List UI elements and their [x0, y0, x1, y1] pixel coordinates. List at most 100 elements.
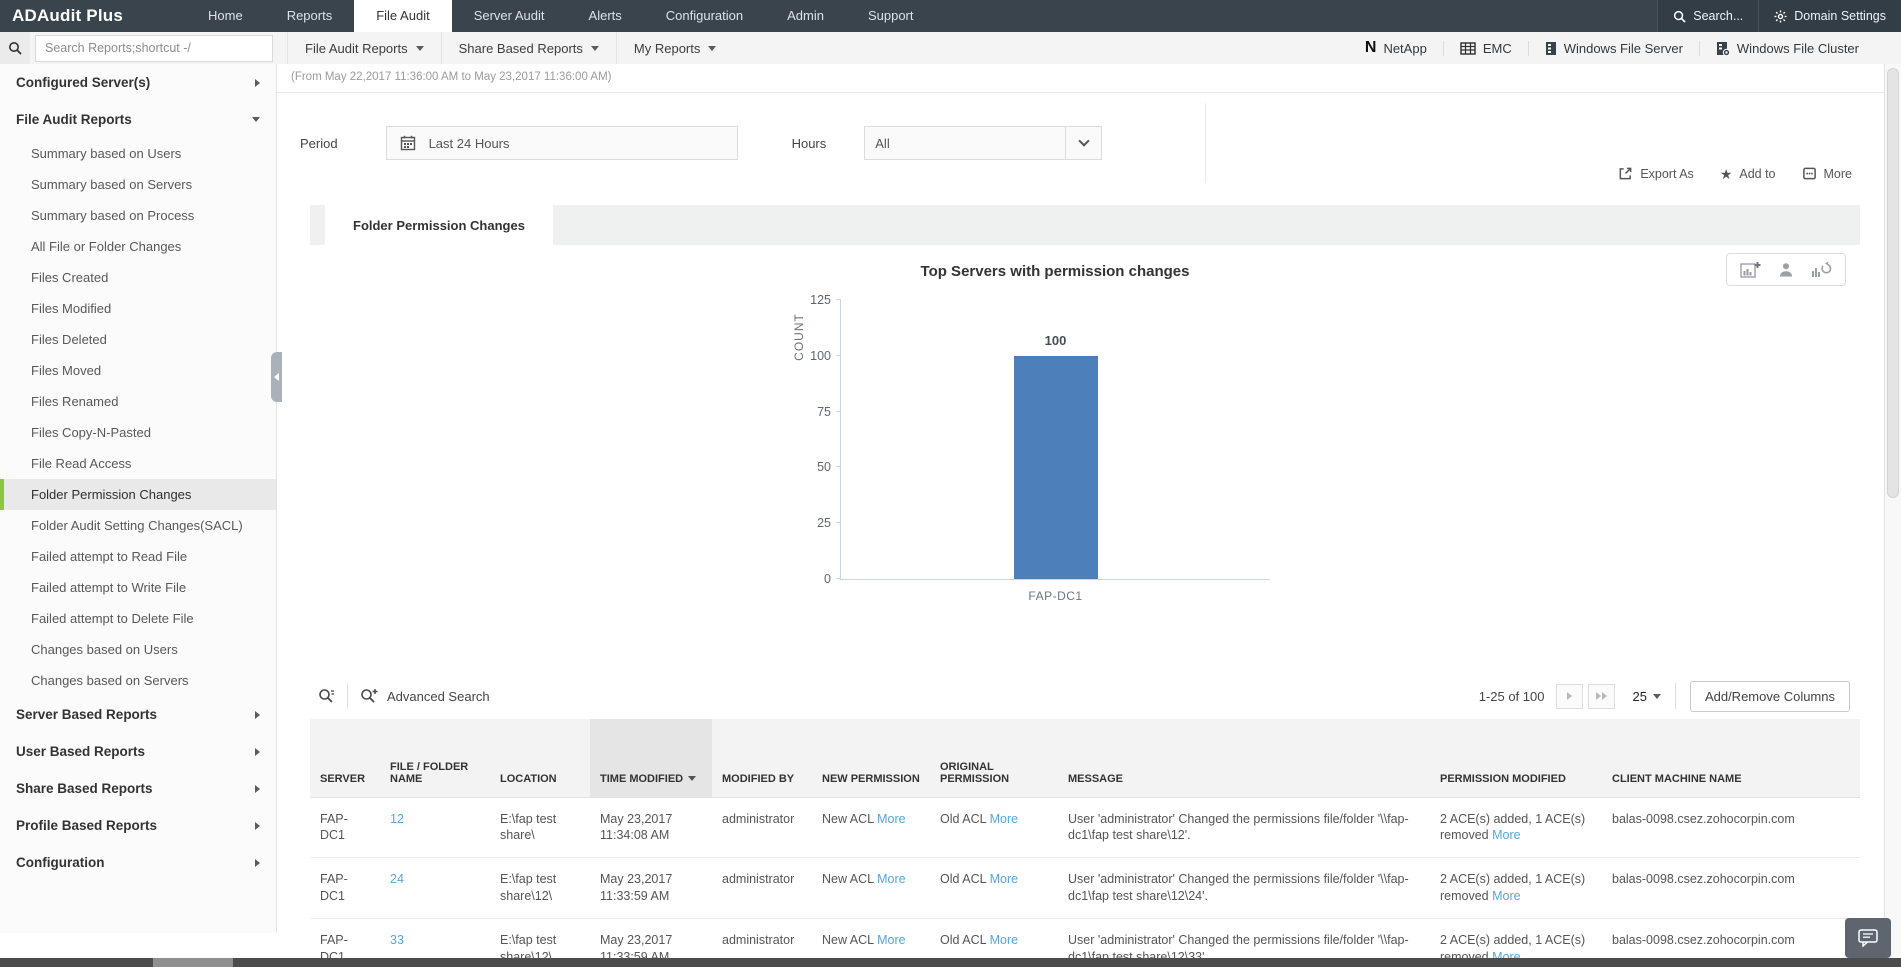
new-permission-more-link[interactable]: More [877, 872, 905, 886]
sidebar-item[interactable]: Server Based Reports [0, 696, 276, 733]
y-axis-tick-mark [836, 466, 841, 468]
sidebar-item[interactable]: Changes based on Users [0, 634, 276, 665]
column-header-label: TIME MODIFIED [600, 772, 684, 785]
add-chart-icon[interactable] [1740, 261, 1761, 278]
report-search-input[interactable] [35, 34, 273, 62]
advanced-search-label[interactable]: Advanced Search [387, 689, 490, 704]
netapp-link[interactable]: N NetApp [1349, 39, 1443, 57]
report-menu[interactable]: Share Based Reports [440, 32, 616, 64]
sidebar-item[interactable]: Summary based on Servers [0, 169, 276, 200]
new-permission-more-link[interactable]: More [877, 933, 905, 947]
next-page-button[interactable] [1556, 683, 1584, 709]
file-folder-link[interactable]: 24 [390, 872, 404, 886]
sidebar-item[interactable]: Files Renamed [0, 386, 276, 417]
sidebar-item[interactable]: Summary based on Process [0, 200, 276, 231]
horizontal-scrollbar-thumb[interactable] [153, 958, 233, 967]
sidebar-item[interactable]: Configuration [0, 844, 276, 881]
sidebar-item[interactable]: File Read Access [0, 448, 276, 479]
permission-modified-more-link[interactable]: More [1492, 889, 1520, 903]
sidebar-item[interactable]: Configured Server(s) [0, 64, 276, 101]
sidebar-item[interactable]: All File or Folder Changes [0, 231, 276, 262]
column-header[interactable]: NEW PERMISSION [812, 719, 930, 798]
original-permission-more-link[interactable]: More [990, 812, 1018, 826]
sidebar-item[interactable]: Folder Permission Changes [0, 479, 276, 510]
permission-modified-more-link[interactable]: More [1492, 828, 1520, 842]
windows-file-cluster-link[interactable]: Windows File Cluster [1698, 40, 1875, 56]
emc-link[interactable]: EMC [1442, 40, 1528, 56]
export-as-button[interactable]: Export As [1618, 166, 1694, 181]
column-header[interactable]: ORIGINAL PERMISSION [930, 719, 1058, 798]
nav-item[interactable]: File Audit [354, 0, 452, 32]
sidebar-item[interactable]: Failed attempt to Write File [0, 572, 276, 603]
table-row: FAP-DC1 24 E:\fap test share\12\ May 23,… [310, 857, 1860, 919]
sidebar-item[interactable]: Folder Audit Setting Changes(SACL) [0, 510, 276, 541]
sidebar-item[interactable]: File Audit Reports [0, 101, 276, 138]
file-folder-link[interactable]: 12 [390, 812, 404, 826]
column-header[interactable]: SERVER [310, 719, 380, 798]
sidebar-item[interactable]: Files Deleted [0, 324, 276, 355]
tab-folder-permission-changes[interactable]: Folder Permission Changes [325, 205, 553, 245]
windows-file-server-link[interactable]: Windows File Server [1527, 40, 1699, 56]
nav-item[interactable]: Configuration [644, 0, 765, 32]
vertical-scrollbar[interactable] [1884, 64, 1901, 958]
cell-location: E:\fap test share\12\ [490, 857, 590, 919]
more-button[interactable]: More [1802, 166, 1852, 181]
column-header[interactable]: TIME MODIFIED [590, 719, 712, 798]
emc-label: EMC [1482, 40, 1512, 56]
add-remove-columns-button[interactable]: Add/Remove Columns [1689, 680, 1850, 712]
nav-item[interactable]: Server Audit [452, 0, 567, 32]
horizontal-scrollbar[interactable] [0, 958, 1901, 967]
sidebar-item[interactable]: Profile Based Reports [0, 807, 276, 844]
sidebar-item[interactable]: Share Based Reports [0, 770, 276, 807]
column-header[interactable]: CLIENT MACHINE NAME [1602, 719, 1860, 798]
column-header[interactable]: MESSAGE [1058, 719, 1430, 798]
nav-item[interactable]: Admin [765, 0, 846, 32]
sidebar-item-label: Summary based on Process [31, 208, 195, 223]
new-permission-more-link[interactable]: More [877, 812, 905, 826]
sidebar-item-label: Failed attempt to Delete File [31, 611, 194, 626]
column-header[interactable]: PERMISSION MODIFIED [1430, 719, 1602, 798]
feedback-chat-button[interactable] [1845, 918, 1891, 958]
user-chart-icon[interactable] [1778, 262, 1794, 278]
refresh-chart-icon[interactable] [1811, 261, 1832, 278]
sidebar-item[interactable]: Files Moved [0, 355, 276, 386]
sidebar-item[interactable]: Summary based on Users [0, 138, 276, 169]
sidebar-item[interactable]: Failed attempt to Delete File [0, 603, 276, 634]
sidebar-item[interactable]: Failed attempt to Read File [0, 541, 276, 572]
report-search-icon-button[interactable] [0, 32, 30, 64]
permission-modified-more-link[interactable]: More [1492, 950, 1520, 958]
nav-item[interactable]: Reports [265, 0, 355, 32]
sidebar-item[interactable]: User Based Reports [0, 733, 276, 770]
add-to-button[interactable]: ★ Add to [1720, 167, 1776, 181]
report-menu[interactable]: File Audit Reports [287, 32, 441, 64]
original-permission-more-link[interactable]: More [990, 933, 1018, 947]
global-search-button[interactable]: Search... [1657, 0, 1759, 32]
nav-item[interactable]: Alerts [567, 0, 644, 32]
page-size-dropdown[interactable]: 25 [1632, 688, 1661, 704]
column-search-icon[interactable] [318, 688, 335, 704]
nav-item[interactable]: Home [186, 0, 265, 32]
report-menu[interactable]: My Reports [615, 32, 733, 64]
expander-arrow-icon [255, 784, 260, 793]
column-header[interactable]: FILE / FOLDER NAME [380, 719, 490, 798]
original-permission-more-link[interactable]: More [990, 872, 1018, 886]
vertical-scrollbar-thumb[interactable] [1887, 68, 1899, 498]
sidebar-collapse-handle[interactable] [271, 352, 282, 402]
last-page-button[interactable] [1588, 683, 1616, 709]
sidebar-item[interactable]: Changes based on Servers [0, 665, 276, 696]
sidebar-item[interactable]: Files Created [0, 262, 276, 293]
hours-select[interactable]: All [864, 126, 1103, 160]
file-folder-link[interactable]: 33 [390, 933, 404, 947]
nav-item[interactable]: Support [846, 0, 936, 32]
chevron-down-icon [1652, 693, 1661, 699]
sidebar-item-label: Profile Based Reports [16, 818, 158, 833]
domain-settings-button[interactable]: Domain Settings [1758, 0, 1901, 32]
page-size-value: 25 [1632, 688, 1647, 704]
bar-FAP-DC1[interactable] [1013, 355, 1098, 579]
sidebar-item[interactable]: Files Copy-N-Pasted [0, 417, 276, 448]
column-header[interactable]: MODIFIED BY [712, 719, 812, 798]
column-header[interactable]: LOCATION [490, 719, 590, 798]
period-picker[interactable]: Last 24 Hours [385, 126, 738, 160]
sidebar-item[interactable]: Files Modified [0, 293, 276, 324]
advanced-search-icon[interactable] [360, 688, 378, 704]
